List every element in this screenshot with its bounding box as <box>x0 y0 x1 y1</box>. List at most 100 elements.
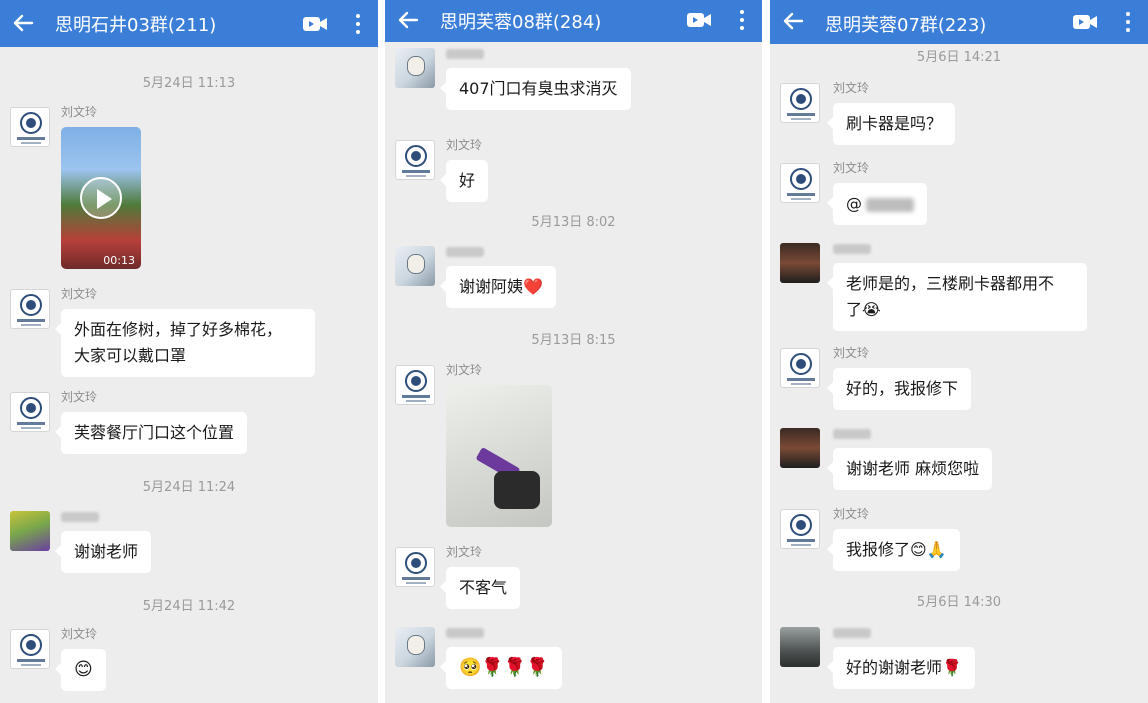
sender-name-redacted <box>833 429 871 439</box>
message-text-line: 老师是的，三楼刷卡器都用不 <box>846 274 1055 293</box>
avatar[interactable] <box>10 392 50 432</box>
sender-name: 刘文玲 <box>446 363 483 377</box>
sender-name: 刘文玲 <box>833 507 870 521</box>
message-text: @ <box>846 194 862 213</box>
timestamp: 5月24日 11:24 <box>142 480 236 495</box>
message-bubble[interactable]: 刷卡器是吗？ <box>826 103 956 145</box>
timestamp: 5月6日 14:30 <box>916 595 1002 610</box>
timestamp: 5月13日 8:02 <box>531 215 616 230</box>
avatar[interactable] <box>10 107 50 147</box>
sender-name: 刘文玲 <box>446 545 483 559</box>
message-bubble[interactable]: 😊 <box>55 649 106 691</box>
message-bubble[interactable]: 外面在修树，掉了好多棉花， 大家可以戴口罩 <box>55 309 315 377</box>
chat-title: 思明芙蓉07群(223) <box>825 15 987 36</box>
message-text: 好的，我报修下 <box>846 379 959 398</box>
message-text: 不客气 <box>459 578 508 597</box>
more-options-icon[interactable] <box>1124 10 1132 34</box>
avatar[interactable] <box>780 627 820 667</box>
avatar[interactable] <box>395 547 435 587</box>
avatar[interactable] <box>780 243 820 283</box>
message-text: 刷卡器是吗？ <box>846 114 943 133</box>
message-text: 好 <box>459 171 476 190</box>
chat-header: 思明石井03群(211) <box>0 0 378 47</box>
message-bubble[interactable]: 好的谢谢老师🌹 <box>827 647 975 689</box>
chat-header: 思明芙蓉07群(223) <box>770 0 1148 44</box>
back-arrow-icon[interactable] <box>778 6 808 36</box>
sender-name: 刘文玲 <box>61 627 98 641</box>
sender-name: 刘文玲 <box>61 105 98 119</box>
avatar[interactable] <box>780 509 820 549</box>
chat-panel-shijing-03: 思明石井03群(211) 5月24日 11:13 刘文玲 00:13 刘文玲 外… <box>0 0 378 703</box>
timestamp: 5月24日 11:42 <box>142 599 236 614</box>
message-bubble[interactable]: @ <box>827 183 927 225</box>
message-bubble[interactable]: 芙蓉餐厅门口这个位置 <box>54 412 248 454</box>
message-text: 芙蓉餐厅门口这个位置 <box>74 423 235 442</box>
avatar[interactable] <box>10 511 50 551</box>
video-message[interactable]: 00:13 <box>61 127 141 269</box>
message-text: 我报修了😊🙏 <box>846 540 947 559</box>
message-bubble[interactable]: 407门口有臭虫求消灭 <box>440 68 631 110</box>
message-text: 🥺🌹🌹🌹 <box>459 657 549 678</box>
message-text: 好的谢谢老师🌹 <box>846 658 962 677</box>
avatar[interactable] <box>10 289 50 329</box>
sender-name: 刘文玲 <box>61 287 98 301</box>
chat-panel-furong-08: 思明芙蓉08群(284) 407门口有臭虫求消灭 刘文玲 好 5月13日 8:0… <box>385 0 762 703</box>
message-bubble[interactable]: 🥺🌹🌹🌹 <box>440 647 562 689</box>
sender-name: 刘文玲 <box>446 138 483 152</box>
message-bubble[interactable]: 谢谢阿姨❤️ <box>440 266 556 308</box>
message-bubble[interactable]: 好 <box>439 160 489 202</box>
message-list[interactable]: 5月24日 11:13 刘文玲 00:13 刘文玲 外面在修树，掉了好多棉花， … <box>0 47 378 703</box>
chat-title: 思明石井03群(211) <box>55 15 217 36</box>
sender-name-redacted <box>446 49 484 59</box>
redacted-mention <box>866 197 914 212</box>
avatar[interactable] <box>780 83 820 123</box>
video-call-icon[interactable] <box>1072 12 1098 32</box>
avatar[interactable] <box>780 428 820 468</box>
chat-title: 思明芙蓉08群(284) <box>440 12 602 33</box>
chat-panel-furong-07: 思明芙蓉07群(223) 5月6日 14:21 刘文玲 刷卡器是吗？ 刘文玲 @… <box>770 0 1148 703</box>
message-text-line: 了😭 <box>846 300 881 319</box>
back-arrow-icon[interactable] <box>393 5 423 35</box>
message-bubble[interactable]: 好的，我报修下 <box>826 368 972 410</box>
message-text: 谢谢老师 麻烦您啦 <box>846 459 980 478</box>
sender-name-redacted <box>833 244 871 254</box>
video-call-icon[interactable] <box>686 10 712 30</box>
message-bubble[interactable]: 谢谢老师 <box>54 531 152 573</box>
sender-name: 刘文玲 <box>833 81 870 95</box>
timestamp: 5月13日 8:15 <box>531 333 616 348</box>
message-text-line: 外面在修树，掉了好多棉花， <box>74 320 283 339</box>
message-bubble[interactable]: 老师是的，三楼刷卡器都用不 了😭 <box>827 263 1087 331</box>
avatar[interactable] <box>395 246 435 286</box>
sender-name-redacted <box>61 512 99 522</box>
more-options-icon[interactable] <box>738 8 746 32</box>
smile-emoji-icon: 😊 <box>74 659 93 680</box>
more-options-icon[interactable] <box>354 12 362 36</box>
message-list[interactable]: 5月6日 14:21 刘文玲 刷卡器是吗？ 刘文玲 @ 老师是的，三楼刷卡器都用… <box>770 44 1148 703</box>
avatar[interactable] <box>395 140 435 180</box>
sender-name-redacted <box>833 628 871 638</box>
message-text: 407门口有臭虫求消灭 <box>459 79 618 98</box>
avatar[interactable] <box>395 627 435 667</box>
sender-name: 刘文玲 <box>833 346 870 360</box>
sender-name: 刘文玲 <box>833 161 870 175</box>
message-bubble[interactable]: 谢谢老师 麻烦您啦 <box>826 448 993 490</box>
sender-name: 刘文玲 <box>61 390 98 404</box>
avatar[interactable] <box>780 163 820 203</box>
video-call-icon[interactable] <box>302 14 328 34</box>
message-text: 谢谢老师 <box>74 542 139 561</box>
photo-detail <box>494 471 540 509</box>
sender-name-redacted <box>446 247 484 257</box>
back-arrow-icon[interactable] <box>8 8 38 38</box>
timestamp: 5月6日 14:21 <box>916 50 1002 65</box>
message-bubble[interactable]: 我报修了😊🙏 <box>827 529 960 571</box>
play-icon[interactable] <box>80 177 122 219</box>
sender-name-redacted <box>446 628 484 638</box>
avatar[interactable] <box>395 48 435 88</box>
avatar[interactable] <box>395 365 435 405</box>
photo-message[interactable] <box>446 385 552 527</box>
message-bubble[interactable]: 不客气 <box>439 567 521 609</box>
avatar[interactable] <box>10 629 50 669</box>
message-list[interactable]: 407门口有臭虫求消灭 刘文玲 好 5月13日 8:02 谢谢阿姨❤️ 5月13… <box>385 42 762 703</box>
avatar[interactable] <box>780 348 820 388</box>
chat-header: 思明芙蓉08群(284) <box>385 0 762 42</box>
